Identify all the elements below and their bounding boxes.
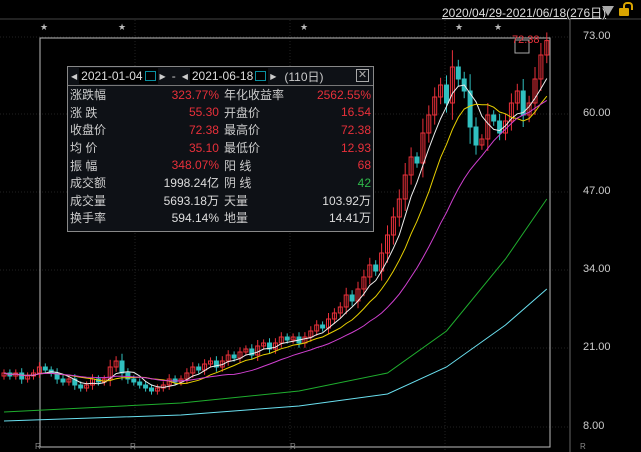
stat-value: 1998.24亿	[163, 176, 219, 191]
candle	[60, 378, 66, 383]
stat-value: 594.14%	[171, 210, 219, 225]
stat-row: 涨 跌 55.30 开盘价 16.54	[68, 104, 373, 122]
star-marker: ★	[300, 22, 308, 32]
prev-end-arrow-icon[interactable]: ◀	[182, 72, 188, 81]
stat-value: 12.93	[340, 140, 371, 155]
stat-label: 振 幅	[70, 158, 98, 173]
next-end-arrow-icon[interactable]: ▶	[270, 72, 276, 81]
stat-label: 涨跌幅	[70, 88, 107, 103]
candle	[78, 384, 84, 389]
stat-value: 5693.18万	[163, 193, 219, 208]
end-date: 2021-06-18	[191, 69, 254, 83]
stat-value: 35.10	[188, 140, 219, 155]
stat-label: 年化收益率	[223, 88, 284, 103]
star-marker: ★	[40, 22, 48, 32]
candle	[444, 84, 449, 104]
candle	[143, 384, 149, 389]
stat-value: 72.38	[188, 122, 219, 137]
candle	[455, 66, 461, 80]
stat-label: 成交额	[70, 176, 107, 191]
candle	[137, 381, 143, 386]
stat-label: 涨 跌	[70, 105, 98, 120]
candle	[119, 360, 125, 374]
stat-label: 成交量	[70, 193, 107, 208]
y-label: 73.00	[583, 30, 611, 42]
stat-label: 天量	[223, 193, 248, 208]
star-marker: ★	[494, 22, 502, 32]
stat-value: 55.30	[188, 105, 219, 120]
stat-label: 阳 线	[223, 158, 252, 173]
candle	[497, 120, 503, 134]
separator: -	[171, 69, 176, 83]
stat-row: 振 幅 348.07% 阳 线 68	[68, 156, 373, 174]
y-label: 47.00	[583, 185, 611, 197]
candle	[131, 378, 137, 383]
stat-value: 14.41万	[328, 211, 371, 226]
y-label: 8.00	[583, 420, 605, 432]
stat-label: 收盘价	[70, 123, 107, 138]
candle	[284, 336, 290, 341]
candle	[196, 366, 202, 371]
stat-value: 72.38	[340, 122, 371, 137]
stat-label: 地量	[223, 211, 248, 226]
candle	[491, 114, 497, 122]
stat-value: 42	[357, 175, 371, 190]
candle	[467, 90, 473, 128]
candle	[19, 372, 25, 380]
prev-start-arrow-icon[interactable]: ◀	[71, 72, 77, 81]
candle	[231, 354, 237, 359]
r-marker: R	[290, 442, 296, 451]
r-marker: R	[580, 442, 586, 451]
stat-value: 348.07%	[171, 158, 219, 173]
stat-value: 2562.55%	[316, 87, 371, 102]
start-date: 2021-01-04	[81, 69, 143, 83]
start-date-field[interactable]: 2021-01-04	[79, 68, 158, 84]
y-label: 60.00	[583, 107, 611, 119]
candle	[320, 324, 326, 329]
next-start-arrow-icon[interactable]: ▶	[160, 72, 166, 81]
candle	[414, 156, 420, 164]
r-marker: R	[130, 442, 136, 451]
stat-row: 换手率 594.14% 地量 14.41万	[68, 209, 373, 227]
r-marker: R	[35, 442, 41, 451]
stat-row: 收盘价 72.38 最高价 72.38	[68, 121, 373, 139]
date-range-link[interactable]: 2020/04/29-2021/06/18(276日)	[442, 4, 606, 21]
stat-label: 阴 线	[223, 176, 252, 191]
stat-row: 均 价 35.10 最低价 12.93	[68, 139, 373, 157]
star-marker: ★	[118, 22, 126, 32]
y-label: 34.00	[583, 263, 611, 275]
calendar-icon[interactable]	[255, 71, 267, 81]
end-date-field[interactable]: 2021-06-18	[189, 68, 269, 84]
stat-value: 68	[357, 158, 371, 173]
stat-row: 成交量 5693.18万 天量 103.92万	[68, 192, 373, 210]
candle	[149, 387, 154, 392]
peak-label: 72.38	[512, 34, 540, 46]
stat-row: 涨跌幅 323.77% 年化收益率 2562.55%	[68, 86, 373, 104]
unlock-icon[interactable]	[619, 2, 633, 16]
interval-stats-panel: ◀ 2021-01-04 ▶ - ◀ 2021-06-18 ▶ (110日) ✕…	[67, 66, 374, 232]
days-count: (110日)	[284, 69, 324, 84]
candle	[373, 264, 379, 272]
stat-value: 16.54	[340, 105, 371, 120]
stat-label: 最低价	[223, 141, 260, 156]
candle	[42, 366, 48, 371]
stat-value: 103.92万	[322, 193, 371, 208]
candle	[349, 294, 355, 302]
stock-chart-window: ★ ★ ★ ★ ★ R R R R 2020/04/29-2021/06/18(276日) 73…	[0, 0, 641, 452]
candle	[473, 126, 479, 146]
stat-value: 323.77%	[171, 87, 219, 102]
stat-label: 开盘价	[223, 105, 260, 120]
y-label: 21.00	[583, 341, 611, 353]
calendar-icon[interactable]	[144, 71, 156, 81]
stat-label: 换手率	[70, 211, 107, 226]
stat-label: 均 价	[70, 141, 98, 156]
stat-row: 成交额 1998.24亿阴 线 42	[68, 174, 373, 192]
stat-label: 最高价	[223, 123, 260, 138]
ma120-line	[3, 288, 548, 422]
star-marker: ★	[455, 22, 463, 32]
dropdown-triangle-icon[interactable]	[602, 6, 614, 16]
close-icon[interactable]: ✕	[356, 69, 369, 82]
